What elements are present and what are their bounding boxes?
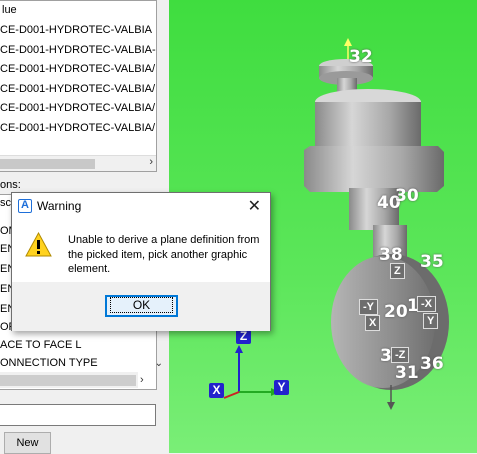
warning-icon bbox=[25, 232, 52, 257]
node-label: 31 bbox=[395, 363, 419, 383]
ok-button[interactable]: OK bbox=[105, 295, 178, 317]
app-icon: A bbox=[18, 199, 32, 213]
node-label: 20 bbox=[384, 302, 408, 322]
scroll-right-icon[interactable]: › bbox=[140, 374, 144, 386]
axis-y-label: Y bbox=[274, 380, 289, 395]
new-button[interactable]: New bbox=[4, 432, 51, 454]
list-item[interactable]: CE-D001-HYDROTEC-VALBIA/ bbox=[0, 119, 156, 139]
chevron-down-icon[interactable]: ⌄ bbox=[155, 358, 163, 369]
node-label: 35 bbox=[420, 252, 444, 272]
axis-tag: Z bbox=[390, 263, 405, 279]
node-label: 36 bbox=[420, 354, 444, 374]
ok-button-label: OK bbox=[109, 297, 174, 313]
horizontal-scrollbar[interactable] bbox=[0, 372, 138, 388]
scroll-thumb[interactable] bbox=[0, 159, 95, 169]
scroll-thumb[interactable] bbox=[0, 375, 136, 386]
list-item[interactable]: CE-D001-HYDROTEC-VALBIA/ bbox=[0, 60, 156, 80]
axis-tag: -Y bbox=[359, 299, 378, 315]
dialog-message: Unable to derive a plane definition from… bbox=[68, 234, 260, 275]
axis-tag: -X bbox=[417, 296, 436, 312]
close-icon[interactable]: ✕ bbox=[248, 196, 261, 216]
list-item[interactable]: CE-D001-HYDROTEC-VALBIA bbox=[0, 21, 156, 41]
scroll-right-icon[interactable]: › bbox=[149, 156, 153, 168]
axis-x-label: X bbox=[209, 383, 224, 398]
section-label: ons: bbox=[0, 179, 21, 191]
dialog-titlebar[interactable]: A Warning ✕ bbox=[12, 193, 270, 219]
node-label: 38 bbox=[379, 245, 403, 265]
text-field[interactable] bbox=[0, 404, 156, 426]
axis-z-label: Z bbox=[236, 329, 251, 344]
axis-tag: X bbox=[365, 315, 381, 331]
list-item[interactable]: ONNECTION TYPE bbox=[0, 355, 98, 372]
list-item[interactable]: CE-D001-HYDROTEC-VALBIA/ bbox=[0, 80, 156, 100]
list-item[interactable]: ACE TO FACE L bbox=[0, 337, 82, 354]
dialog-title: Warning bbox=[37, 199, 82, 213]
list-item[interactable]: sc bbox=[0, 195, 11, 212]
list-item[interactable]: CE-D001-HYDROTEC-VALBIA/ bbox=[0, 99, 156, 119]
horizontal-scrollbar[interactable]: › bbox=[0, 155, 156, 171]
values-listbox[interactable]: lue CE-D001-HYDROTEC-VALBIA CE-D001-HYDR… bbox=[0, 0, 157, 172]
list-header: lue bbox=[2, 4, 17, 16]
list-item[interactable]: CE-D001-HYDROTEC-VALBIA- bbox=[0, 41, 156, 61]
node-label: 30 bbox=[395, 186, 419, 206]
node-label: 32 bbox=[349, 47, 373, 67]
warning-dialog: A Warning ✕ Unable to derive a plane def… bbox=[11, 192, 271, 331]
axis-tag: -Z bbox=[391, 347, 410, 363]
axis-tag: Y bbox=[423, 313, 439, 329]
